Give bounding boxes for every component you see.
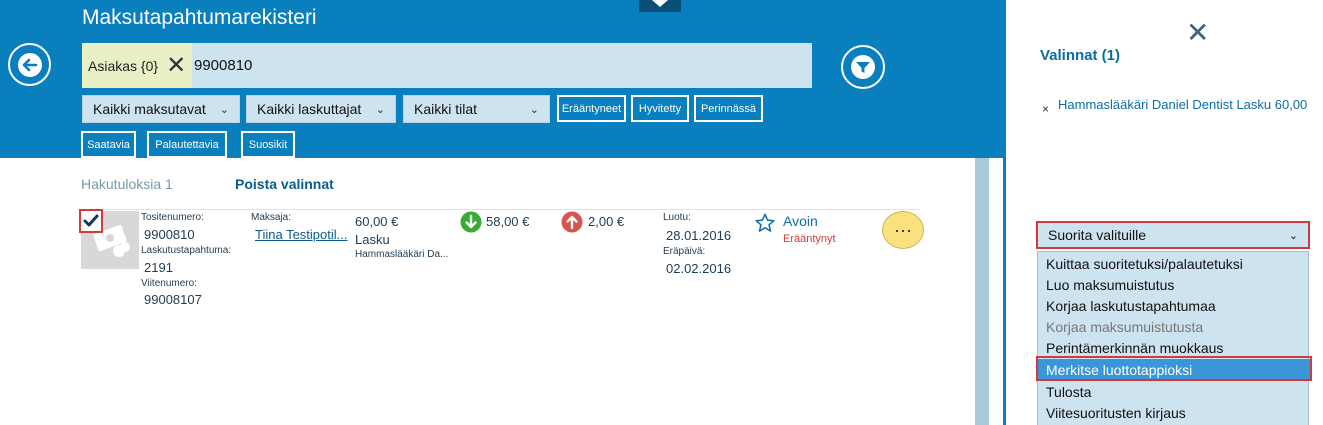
bulk-action-select[interactable]: Suorita valituille ⌄ [1036, 221, 1310, 249]
tag-refundables[interactable]: Palautettavia [147, 131, 227, 158]
due-date-label: Eräpäivä: [663, 246, 706, 257]
tag-credited[interactable]: Hyvitetty [631, 95, 689, 122]
star-icon[interactable] [754, 212, 776, 234]
panel-divider [1003, 0, 1006, 425]
row-checkbox[interactable] [79, 209, 103, 233]
chevron-down-icon: ⌄ [219, 103, 229, 116]
dropdown-label: Kaikki maksutavat [93, 101, 206, 117]
search-input[interactable]: 9900810 [194, 43, 252, 88]
selection-item: Hammaslääkäri Daniel Dentist Lasku 60,00 [1058, 97, 1308, 112]
funnel-icon [851, 55, 875, 79]
payment-method-dropdown[interactable]: Kaikki maksutavat ⌄ [82, 95, 240, 123]
billing-event-value: 2191 [144, 260, 173, 275]
close-icon[interactable]: ✕ [1186, 16, 1209, 49]
document-type: Lasku [355, 232, 390, 247]
results-count: Hakutuloksia 1 [81, 176, 173, 192]
receipt-number-value: 9900810 [144, 227, 195, 242]
back-button[interactable] [8, 43, 51, 86]
option-fix-reminder: Korjaa maksumuistutusta [1046, 318, 1204, 335]
payer-label: Maksaja: [251, 212, 292, 223]
option-fix-billing[interactable]: Korjaa laskutustapahtumaa [1038, 295, 1310, 316]
tag-favorites[interactable]: Suosikit [241, 131, 295, 158]
option-mark-credit-loss[interactable]: Merkitse luottotappioksi [1038, 359, 1310, 380]
option-print[interactable]: Tulosta [1038, 381, 1310, 402]
option-edit-collection[interactable]: Perintämerkinnän muokkaus [1038, 337, 1310, 358]
tag-overdue[interactable]: Erääntyneet [557, 95, 626, 122]
receipt-number-label: Tositenumero: [141, 212, 204, 223]
reference-number-value: 99008107 [144, 292, 202, 307]
billing-event-label: Laskutustapahtuma: [141, 245, 232, 256]
status-text: Avoin [783, 213, 818, 229]
chevron-down-icon: ⌄ [375, 103, 385, 116]
option-create-reminder[interactable]: Luo maksumuistutus [1038, 274, 1310, 295]
divider [81, 209, 921, 210]
dropdown-label: Kaikki laskuttajat [257, 101, 362, 117]
chevron-down-icon: ⌄ [529, 103, 539, 116]
remove-selection-icon[interactable]: × [1042, 102, 1049, 116]
chevron-down-icon: ⌄ [1288, 229, 1298, 242]
created-label: Luotu: [663, 212, 691, 223]
close-icon[interactable]: ✕ [166, 53, 186, 78]
status-dropdown[interactable]: Kaikki tilat ⌄ [403, 95, 550, 123]
payer-link[interactable]: Tiina Testipotil... [255, 227, 348, 242]
arrow-up-icon [561, 211, 583, 233]
reference-number-label: Viitenumero: [141, 278, 197, 289]
created-date: 28.01.2016 [666, 228, 732, 243]
collapse-toggle[interactable] [639, 0, 681, 12]
select-label: Suorita valituille [1048, 227, 1147, 243]
checkmark-icon [83, 214, 99, 227]
dropdown-label: Kaikki tilat [414, 101, 478, 117]
clear-selections-link[interactable]: Poista valinnat [235, 176, 334, 192]
status-badge: Erääntynyt [783, 233, 836, 245]
search-bar[interactable]: Asiakas {0} ✕ 9900810 [82, 43, 812, 88]
due-date: 02.02.2016 [666, 261, 732, 276]
customer-filter-chip: Asiakas {0} ✕ [82, 43, 193, 88]
option-reference-payments[interactable]: Viitesuoritusten kirjaus [1038, 402, 1310, 423]
chip-label: Asiakas {0} [88, 57, 159, 74]
page-title: Maksutapahtumarekisteri [82, 6, 317, 29]
tag-receivables[interactable]: Saatavia [81, 131, 136, 158]
amount-value: 60,00 € [355, 214, 399, 229]
biller-dropdown[interactable]: Kaikki laskuttajat ⌄ [246, 95, 396, 123]
filter-button[interactable] [841, 45, 885, 89]
tag-in-collection[interactable]: Perinnässä [694, 95, 763, 122]
more-options-button[interactable]: ··· [882, 211, 924, 249]
arrow-down-icon [460, 211, 482, 233]
selections-title: Valinnat (1) [1040, 47, 1121, 64]
spacer [989, 158, 1004, 425]
arrow-left-icon [18, 53, 42, 77]
scrollbar[interactable] [975, 158, 989, 425]
incoming-amount: 58,00 € [486, 214, 530, 229]
outgoing-amount: 2,00 € [588, 214, 625, 229]
option-mark-paid[interactable]: Kuittaa suoritetuksi/palautetuksi [1038, 253, 1310, 274]
biller-name: Hammaslääkäri Da... [355, 249, 449, 260]
bulk-action-list: Kuittaa suoritetuksi/palautetuksi Luo ma… [1037, 251, 1310, 425]
